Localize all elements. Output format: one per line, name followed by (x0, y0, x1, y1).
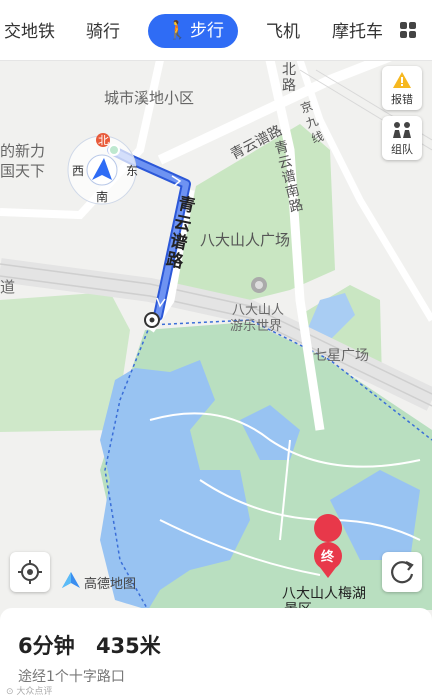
tab-walk[interactable]: 🚶 步行 (148, 14, 238, 48)
map-label-square: 八大山人广场 (200, 231, 291, 249)
grid-icon[interactable] (400, 22, 416, 38)
refresh-button[interactable] (382, 552, 422, 592)
report-button[interactable]: 报错 (382, 66, 422, 110)
compass-north: 北 (98, 134, 109, 147)
map-label-park-2: 游乐世界 (230, 319, 283, 334)
map-label-qixing: 七星广场 (313, 348, 369, 364)
tab-plane[interactable]: 飞机 (266, 18, 300, 46)
team-label: 组队 (391, 143, 413, 156)
destination-marker-text: 终 (321, 550, 335, 565)
compass-south: 南 (96, 190, 109, 204)
locate-icon (18, 560, 42, 584)
map-label-xinli-1: 的新力 (0, 142, 46, 160)
people-icon (393, 122, 411, 138)
map-label-xinli-2: 国天下 (0, 162, 46, 180)
compass-west: 西 (72, 164, 85, 178)
tab-motorcycle[interactable]: 摩托车 (332, 18, 384, 46)
route-via: 途经1个十字路口 (18, 669, 125, 685)
route-distance: 435米 (95, 634, 161, 658)
amap-logo-text: 高德地图 (84, 577, 137, 592)
warning-icon (393, 72, 411, 88)
route-summary: 6分钟 435米 (18, 630, 175, 660)
refresh-icon (391, 561, 414, 584)
report-label: 报错 (391, 93, 413, 106)
tab-ride[interactable]: 骑行 (86, 18, 120, 46)
route-duration: 6分钟 (18, 634, 75, 658)
map-label-road-left: 道 (0, 278, 16, 296)
walk-icon: 🚶 (166, 20, 189, 41)
route-summary-panel[interactable]: 6分钟 435米 途经1个十字路口 (0, 608, 432, 698)
team-button[interactable]: 组队 (382, 116, 422, 160)
amap-logo-icon (62, 572, 80, 588)
map-label-north-road: 北路 (282, 62, 296, 94)
locate-button[interactable] (10, 552, 50, 592)
tab-walk-label: 步行 (190, 21, 224, 41)
map-label-community: 城市溪地小区 (104, 89, 195, 107)
transport-mode-bar: 交地铁 骑行 🚶 步行 飞机 摩托车 (0, 0, 432, 61)
tab-subway[interactable]: 交地铁 (4, 18, 55, 46)
compass-east: 东 (126, 164, 139, 178)
watermark: ⊙ 大众点评 (6, 687, 53, 697)
